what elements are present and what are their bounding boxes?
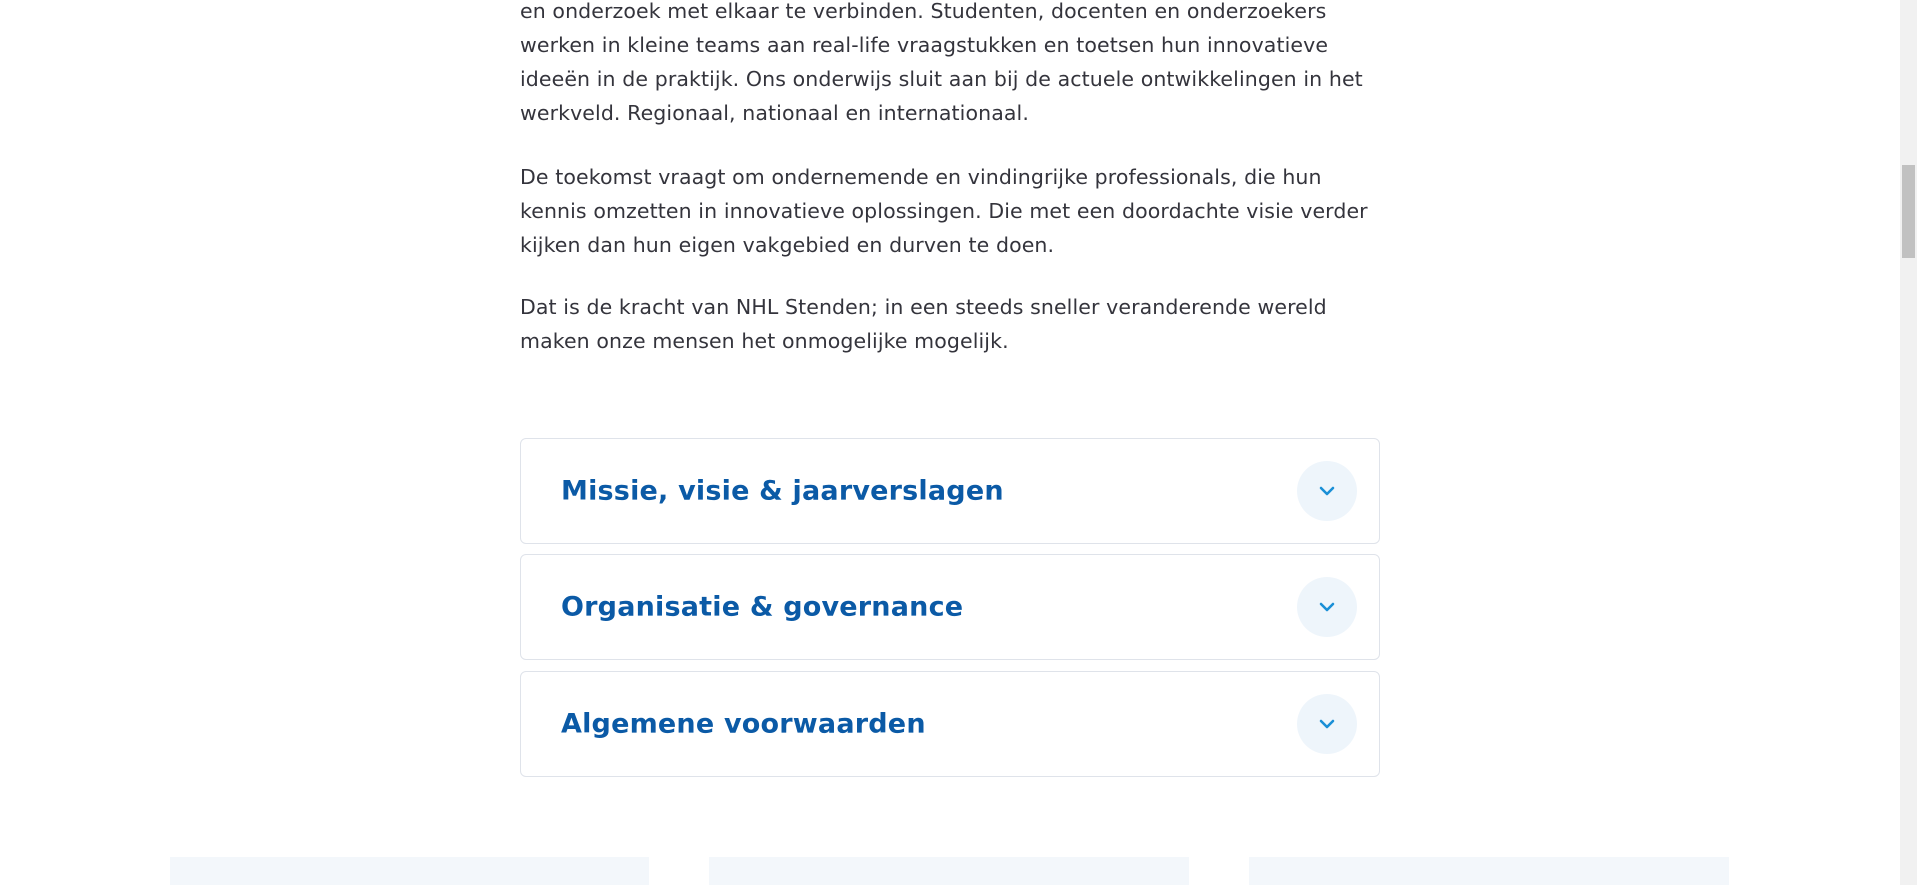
vertical-scrollbar[interactable] [1900,0,1917,885]
accordion-toggle-button[interactable] [1297,461,1357,521]
text-line: kennis omzetten in innovatieve oplossing… [520,199,1368,223]
text-line: De toekomst vraagt om ondernemende en vi… [520,165,1322,189]
accordion-item-missie[interactable]: Missie, visie & jaarverslagen [520,438,1380,544]
teaser-card[interactable] [709,857,1189,885]
accordion-title: Organisatie & governance [561,591,964,623]
text-line: maken onze mensen het onmogelijke mogeli… [520,329,1009,353]
chevron-down-icon [1319,602,1335,612]
intro-paragraph-1: en onderzoek met elkaar te verbinden. St… [520,0,1363,130]
accordion-item-organisatie[interactable]: Organisatie & governance [520,554,1380,660]
text-line: en onderzoek met elkaar te verbinden. St… [520,0,1327,23]
accordion-title: Missie, visie & jaarverslagen [561,475,1004,507]
scrollbar-thumb[interactable] [1902,165,1915,258]
chevron-down-icon [1319,719,1335,729]
text-line: kijken dan hun eigen vakgebied en durven… [520,233,1055,257]
accordion-title: Algemene voorwaarden [561,708,926,740]
text-line: Dat is de kracht van NHL Stenden; in een… [520,295,1327,319]
page: en onderzoek met elkaar te verbinden. St… [0,0,1917,885]
intro-paragraph-2: De toekomst vraagt om ondernemende en vi… [520,160,1368,262]
teaser-card[interactable] [170,857,649,885]
teaser-card[interactable] [1249,857,1729,885]
accordion-toggle-button[interactable] [1297,577,1357,637]
text-line: werkveld. Regionaal, nationaal en intern… [520,101,1029,125]
intro-paragraph-3: Dat is de kracht van NHL Stenden; in een… [520,290,1327,358]
accordion-toggle-button[interactable] [1297,694,1357,754]
chevron-down-icon [1319,486,1335,496]
text-line: ideeën in de praktijk. Ons onderwijs slu… [520,67,1363,91]
accordion-item-voorwaarden[interactable]: Algemene voorwaarden [520,671,1380,777]
text-line: werken in kleine teams aan real-life vra… [520,33,1329,57]
